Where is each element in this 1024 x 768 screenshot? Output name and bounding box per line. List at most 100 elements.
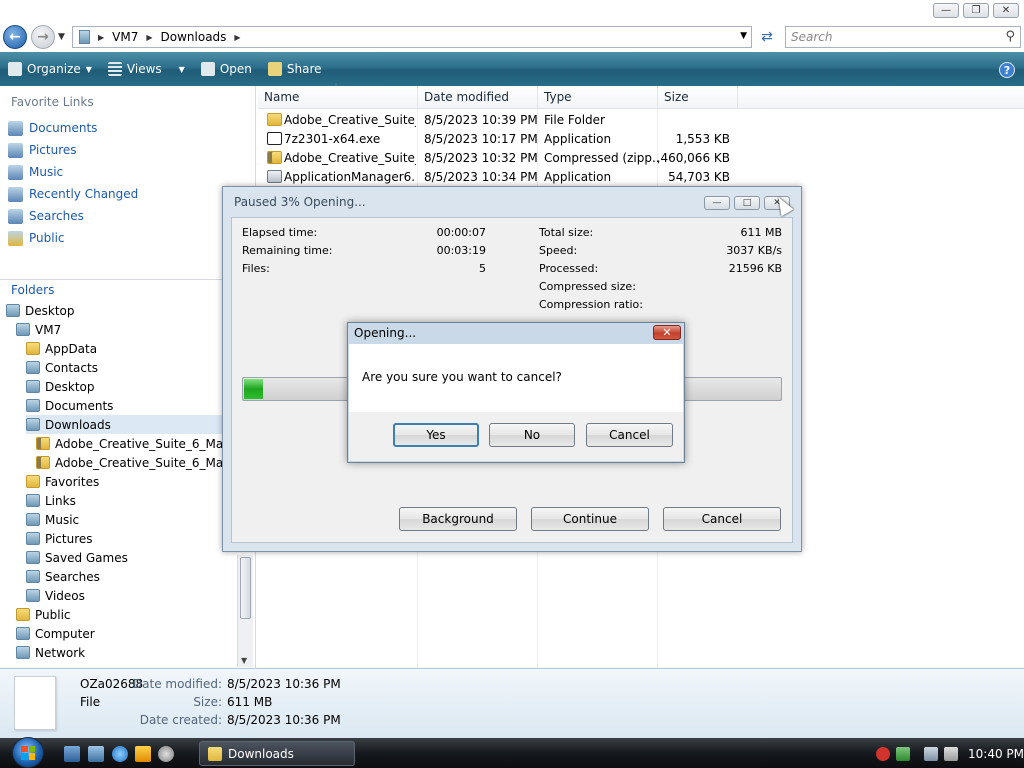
clock[interactable]: 10:40 PM bbox=[968, 747, 1024, 761]
maximize-icon: □ bbox=[742, 198, 752, 208]
favorite-link-pictures[interactable]: Pictures bbox=[8, 140, 77, 160]
progress-minimize-button[interactable]: — bbox=[704, 196, 730, 210]
tree-item[interactable]: Documents bbox=[26, 396, 236, 415]
favorite-link-music[interactable]: Music bbox=[8, 162, 63, 182]
tree-item[interactable]: Contacts bbox=[26, 358, 236, 377]
continue-button[interactable]: Continue bbox=[531, 507, 649, 531]
file-type: Application bbox=[544, 169, 612, 184]
back-button[interactable]: ← bbox=[3, 25, 27, 49]
organize-label: Organize bbox=[27, 62, 81, 76]
special-folder-icon bbox=[16, 646, 30, 659]
open-button[interactable]: Open bbox=[193, 52, 260, 86]
favorite-link-public[interactable]: Public bbox=[8, 228, 65, 248]
breadcrumb-vm7[interactable]: VM7 bbox=[112, 30, 138, 44]
windows-update-icon[interactable] bbox=[896, 746, 910, 761]
taskbar-downloads-button[interactable]: Downloads bbox=[199, 741, 355, 766]
background-button[interactable]: Background bbox=[399, 507, 517, 531]
special-folder-icon bbox=[26, 532, 40, 545]
details-date-modified: 8/5/2023 10:36 PM bbox=[227, 677, 341, 691]
tree-item[interactable]: Searches bbox=[26, 567, 236, 586]
tree-item[interactable]: VM7 bbox=[16, 320, 236, 339]
files-value: 5 bbox=[479, 262, 486, 275]
minimize-button[interactable]: — bbox=[933, 3, 959, 18]
favorite-link-documents[interactable]: Documents bbox=[8, 118, 97, 138]
recent-pages-dropdown[interactable]: ▼ bbox=[58, 32, 65, 42]
tree-item[interactable]: Favorites bbox=[26, 472, 236, 491]
search-input[interactable]: Search ⚲ bbox=[785, 26, 1021, 48]
compression-ratio-label: Compression ratio: bbox=[539, 298, 643, 311]
address-bar[interactable]: ▶ VM7 ▶ Downloads ▶ ▼ bbox=[72, 26, 752, 48]
file-row[interactable]: 7z2301-x64.exe 8/5/2023 10:17 PM Applicati… bbox=[258, 129, 738, 148]
help-icon[interactable]: ? bbox=[999, 62, 1015, 78]
column-header-date-modified[interactable]: Date modified bbox=[418, 86, 538, 109]
tree-item[interactable]: Downloads bbox=[26, 415, 236, 434]
favorite-link-label: Public bbox=[29, 231, 65, 245]
volume-muted-icon[interactable] bbox=[944, 746, 958, 761]
share-button[interactable]: Share bbox=[260, 52, 330, 86]
favorite-link-recently-changed[interactable]: Recently Changed bbox=[8, 184, 138, 204]
breadcrumb-separator-icon: ▶ bbox=[146, 32, 153, 42]
tree-item[interactable]: Computer bbox=[16, 624, 236, 643]
organize-button[interactable]: Organize ▼ bbox=[0, 52, 100, 86]
file-row[interactable]: Adobe_Creative_Suite_... 8/5/2023 10:32 P… bbox=[258, 148, 738, 167]
views-button[interactable]: Views ▼ bbox=[100, 52, 193, 86]
processed-label: Processed: bbox=[539, 262, 599, 275]
security-alert-icon[interactable] bbox=[876, 746, 890, 761]
tree-item[interactable]: Desktop bbox=[26, 377, 236, 396]
progress-cancel-button[interactable]: Cancel bbox=[663, 507, 781, 531]
tree-item-label: Favorites bbox=[45, 474, 100, 489]
tree-item[interactable]: Public bbox=[16, 605, 236, 624]
tree-item[interactable]: AppData bbox=[26, 339, 236, 358]
files-label: Files: bbox=[242, 262, 270, 275]
folders-header[interactable]: Folders bbox=[0, 279, 256, 299]
tree-item-label: Downloads bbox=[45, 417, 111, 432]
file-name: Adobe_Creative_Suite_... bbox=[284, 112, 416, 127]
internet-explorer-icon[interactable] bbox=[112, 746, 128, 762]
confirm-close-button[interactable]: ✕ bbox=[653, 325, 681, 340]
tree-item[interactable]: Saved Games bbox=[26, 548, 236, 567]
network-icon[interactable] bbox=[924, 746, 938, 761]
breadcrumb-downloads[interactable]: Downloads bbox=[161, 30, 227, 44]
tree-item[interactable]: Adobe_Creative_Suite_6_Master_ bbox=[36, 434, 253, 453]
tree-item[interactable]: Music bbox=[26, 510, 236, 529]
quicklaunch-app-icon[interactable] bbox=[158, 746, 174, 762]
address-dropdown-icon[interactable]: ▼ bbox=[740, 31, 747, 41]
tree-item[interactable]: Videos bbox=[26, 586, 236, 605]
tree-item[interactable]: Pictures bbox=[26, 529, 236, 548]
column-header-type[interactable]: Type bbox=[538, 86, 658, 109]
confirm-cancel-button[interactable]: Cancel bbox=[586, 423, 673, 447]
tree-item-label: Searches bbox=[45, 569, 100, 584]
media-player-icon[interactable] bbox=[135, 746, 151, 762]
progress-maximize-button[interactable]: □ bbox=[734, 196, 760, 210]
scrollbar-thumb[interactable] bbox=[240, 557, 251, 619]
processed-value: 21596 KB bbox=[728, 262, 782, 275]
special-folder-icon bbox=[26, 361, 40, 374]
show-desktop-icon[interactable] bbox=[64, 746, 80, 762]
file-size: 3,460,066 KB bbox=[658, 150, 730, 165]
switch-windows-icon[interactable] bbox=[88, 746, 104, 762]
refresh-button[interactable]: ⇄ bbox=[756, 26, 778, 48]
tree-item[interactable]: Network bbox=[16, 643, 236, 662]
forward-button[interactable]: → bbox=[31, 25, 55, 49]
column-header-size[interactable]: Size bbox=[658, 86, 738, 109]
details-date-created: 8/5/2023 10:36 PM bbox=[227, 713, 341, 727]
file-row[interactable]: ApplicationManager6.... 8/5/2023 10:34 PM… bbox=[258, 167, 738, 186]
file-size: 1,553 KB bbox=[675, 131, 730, 146]
maximize-button[interactable]: ❐ bbox=[963, 3, 989, 18]
scroll-down-icon[interactable]: ▼ bbox=[241, 656, 247, 665]
no-button[interactable]: No bbox=[489, 423, 575, 447]
special-folder-icon bbox=[26, 551, 40, 564]
tree-item[interactable]: Adobe_Creative_Suite_6_Master_ bbox=[36, 453, 253, 472]
favorite-link-searches[interactable]: Searches bbox=[8, 206, 84, 226]
close-button[interactable]: ✕ bbox=[993, 3, 1019, 18]
tree-item-label: Saved Games bbox=[45, 550, 128, 565]
start-button[interactable] bbox=[12, 737, 44, 768]
forward-arrow-icon: → bbox=[37, 29, 49, 45]
tree-item[interactable]: Links bbox=[26, 491, 236, 510]
yes-button[interactable]: Yes bbox=[393, 423, 479, 447]
navigation-scrollbar[interactable]: ▼ bbox=[237, 555, 253, 667]
column-header-name[interactable]: Name ˄ bbox=[258, 83, 418, 109]
tree-item[interactable]: Desktop bbox=[6, 301, 236, 320]
file-row[interactable]: Adobe_Creative_Suite_... 8/5/2023 10:39 P… bbox=[258, 110, 738, 129]
close-icon: ✕ bbox=[1001, 5, 1011, 16]
